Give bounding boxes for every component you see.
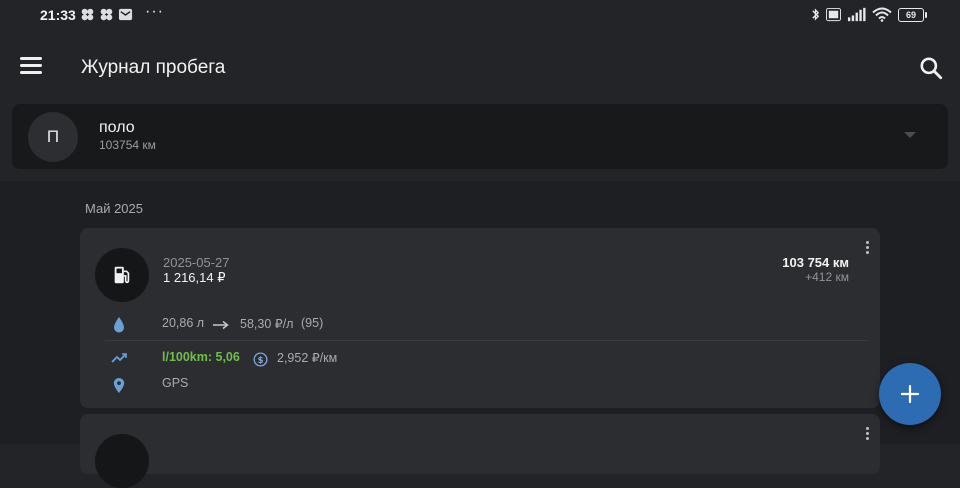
entry-cost: 1 216,14 ₽	[163, 270, 226, 285]
vehicle-name: поло	[99, 119, 135, 136]
dropdown-arrow-icon[interactable]	[904, 132, 916, 138]
entry-odometer: 103 754 км	[782, 255, 849, 270]
page-title: Журнал пробега	[81, 57, 226, 78]
signal-icon	[847, 7, 866, 22]
log-list[interactable]: Май 2025 2025-05-27 1 216,14 ₽ 103 754 к…	[0, 181, 960, 488]
trend-icon	[111, 353, 127, 363]
fuel-price: 58,30 ₽/л	[240, 317, 294, 331]
more-options-icon[interactable]	[860, 241, 874, 257]
fuel-efficiency: l/100km: 5,06	[162, 350, 240, 364]
vehicle-avatar: П	[28, 112, 78, 162]
month-header: Май 2025	[85, 201, 143, 216]
search-icon[interactable]	[918, 55, 944, 81]
svg-text:$: $	[258, 355, 264, 365]
app-bar: Журнал пробега	[0, 32, 960, 104]
mail-icon	[118, 8, 133, 21]
log-entry-card[interactable]	[80, 414, 880, 488]
fuel-volume: 20,86 л	[162, 316, 205, 330]
volte-icon	[826, 7, 841, 22]
plus-icon	[901, 385, 919, 403]
clover-icon	[100, 8, 113, 21]
entry-date: 2025-05-27	[163, 255, 230, 270]
battery-icon: 69	[898, 7, 927, 22]
vehicle-odometer: 103754 км	[99, 138, 156, 152]
divider	[105, 340, 867, 341]
entry-avatar	[95, 434, 149, 488]
notification-icons	[80, 7, 133, 22]
log-entry-card[interactable]: 2025-05-27 1 216,14 ₽ 103 754 км +412 км…	[80, 228, 880, 408]
entry-location: GPS	[162, 376, 189, 390]
more-notifications-icon: ···	[145, 3, 164, 20]
fuel-grade: (95)	[301, 316, 324, 330]
arrow-right-icon	[213, 320, 229, 330]
fuel-drop-icon	[114, 317, 124, 333]
add-entry-button[interactable]	[879, 363, 941, 425]
wifi-icon	[872, 7, 892, 22]
entry-distance-delta: +412 км	[805, 270, 849, 284]
cost-coin-icon: $	[253, 352, 268, 367]
fuel-pump-icon	[95, 248, 149, 302]
location-pin-icon	[113, 377, 125, 394]
status-bar: 21:33 ··· 69	[0, 0, 960, 32]
clover-icon	[81, 8, 94, 21]
more-options-icon[interactable]	[860, 427, 874, 443]
cost-per-km: 2,952 ₽/км	[277, 351, 338, 365]
status-time: 21:33	[40, 7, 76, 23]
bluetooth-icon	[812, 8, 820, 21]
vehicle-selector[interactable]: П поло 103754 км	[12, 104, 948, 169]
system-icons: 69	[811, 7, 927, 22]
menu-icon[interactable]	[20, 57, 44, 77]
